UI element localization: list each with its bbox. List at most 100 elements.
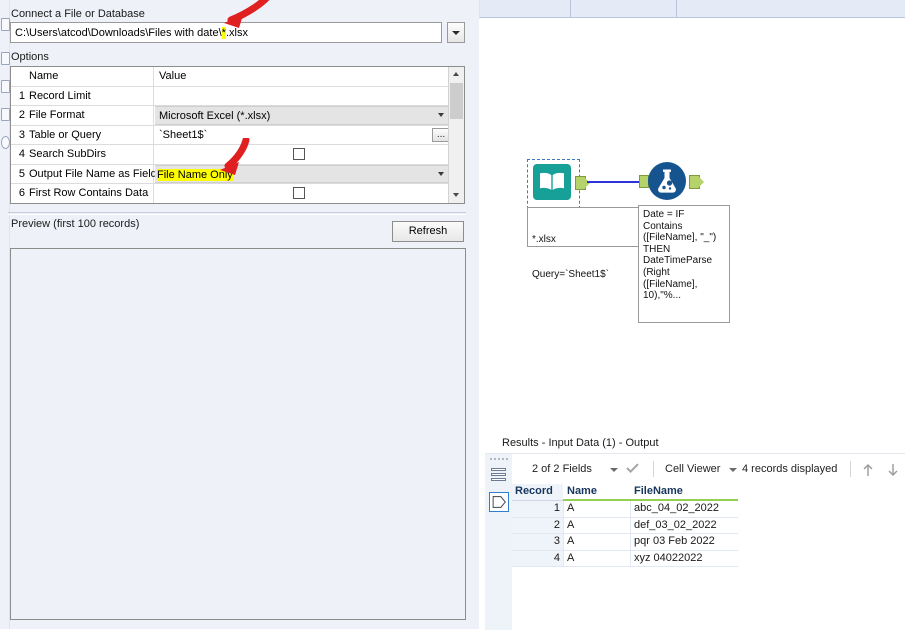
formula-annotation: Date = IF Contains ([FileName], "_") THE… xyxy=(638,205,730,323)
results-title: Results - Input Data (1) - Output xyxy=(502,437,659,449)
input-data-output-anchor[interactable] xyxy=(575,176,586,190)
row-number: 3 xyxy=(11,126,25,145)
row-number: 4 xyxy=(11,145,25,164)
toolbar-separator-1 xyxy=(653,461,654,477)
input-annotation-line2: Query=`Sheet1$` xyxy=(532,269,635,281)
connect-file-label: Connect a File or Database xyxy=(11,8,145,20)
file-path-suffix: .xlsx xyxy=(226,27,248,39)
grid-icon[interactable] xyxy=(489,466,509,486)
cell-record: 2 xyxy=(512,518,563,535)
workflow-canvas[interactable]: *.xlsx Query=`Sheet1$` Date = IF Contain… xyxy=(470,0,905,434)
rail-icon-2[interactable] xyxy=(1,52,10,65)
checkmark-icon[interactable] xyxy=(626,463,639,473)
options-header-value: Value xyxy=(159,67,186,86)
tag-icon[interactable] xyxy=(489,492,509,512)
chevron-down-icon[interactable] xyxy=(610,468,618,472)
column-header-name[interactable]: Name xyxy=(563,484,630,501)
file-path-row: C:\Users\atcod\Downloads\Files with date… xyxy=(10,22,465,43)
file-format-combobox[interactable]: Microsoft Excel (*.xlsx) xyxy=(155,106,451,125)
cell-filename: def_03_02_2022 xyxy=(630,518,738,535)
scrollbar-thumb[interactable] xyxy=(450,83,463,119)
options-grid-header: Name Value xyxy=(11,67,451,86)
first-row-contains-data-checkbox[interactable] xyxy=(293,187,305,199)
chevron-down-icon[interactable] xyxy=(729,468,737,472)
options-row-search-subdirs[interactable]: 4 Search SubDirs xyxy=(11,145,451,164)
canvas-left-gutter xyxy=(479,19,485,434)
canvas-tab-strip xyxy=(470,0,905,19)
connector-wire[interactable] xyxy=(587,181,639,183)
options-grid-scrollbar[interactable] xyxy=(448,67,464,203)
options-row-table-or-query[interactable]: 3 Table or Query `Sheet1$` ... xyxy=(11,126,451,145)
options-row-output-file-name-as-field[interactable]: 5 Output File Name as Field File Name On… xyxy=(11,165,451,184)
tag-icon-glyph xyxy=(490,493,508,511)
row-name: Output File Name as Field xyxy=(29,165,157,184)
chevron-down-icon xyxy=(438,113,445,120)
rail-icon-5[interactable] xyxy=(1,136,10,149)
file-format-value: Microsoft Excel (*.xlsx) xyxy=(159,107,270,124)
preview-divider-highlight xyxy=(8,214,466,215)
rail-icon-4[interactable] xyxy=(1,108,10,121)
options-header-name: Name xyxy=(29,67,58,86)
cell-filename: xyz 04022022 xyxy=(630,551,738,568)
column-header-record[interactable]: Record xyxy=(512,484,563,501)
search-subdirs-checkbox[interactable] xyxy=(293,148,305,160)
options-row-record-limit[interactable]: 1 Record Limit xyxy=(11,87,451,106)
row-number: 6 xyxy=(11,184,25,203)
results-data-grid: Record Name FileName 1 A abc_04_02_2022 … xyxy=(512,484,905,630)
cell-viewer-label[interactable]: Cell Viewer xyxy=(665,454,720,484)
row-name: Table or Query xyxy=(29,126,101,145)
book-icon[interactable] xyxy=(533,164,571,200)
row-name: Record Limit xyxy=(29,87,91,106)
options-row-file-format[interactable]: 2 File Format Microsoft Excel (*.xlsx) xyxy=(11,106,451,125)
results-body: 2 of 2 Fields Cell Viewer 4 records disp… xyxy=(485,453,905,630)
scroll-up-icon[interactable] xyxy=(449,67,464,82)
file-path-dropdown-button[interactable] xyxy=(447,22,465,43)
options-grid: Name Value 1 Record Limit 2 File Format … xyxy=(10,66,465,204)
flask-icon-glyph xyxy=(648,162,686,200)
formula-output-anchor[interactable] xyxy=(689,175,700,189)
scroll-down-icon[interactable] xyxy=(449,188,464,203)
results-title-bar: Results - Input Data (1) - Output xyxy=(485,434,905,453)
cell-record: 1 xyxy=(512,501,563,518)
preview-label: Preview (first 100 records) xyxy=(11,218,139,230)
app-window: Connect a File or Database C:\Users\atco… xyxy=(0,0,905,629)
results-sidebar xyxy=(485,454,513,630)
column-header-filename[interactable]: FileName xyxy=(630,484,738,501)
arrow-down-icon[interactable] xyxy=(887,463,899,477)
arrow-up-icon[interactable] xyxy=(862,463,874,477)
table-or-query-value[interactable]: `Sheet1$` xyxy=(159,126,207,145)
input-data-annotation: *.xlsx Query=`Sheet1$` xyxy=(527,207,639,247)
row-number: 2 xyxy=(11,106,25,125)
refresh-button[interactable]: Refresh xyxy=(392,221,464,242)
fields-count-label[interactable]: 2 of 2 Fields xyxy=(532,454,592,484)
options-row-first-row-contains-data[interactable]: 6 First Row Contains Data xyxy=(11,184,451,203)
cell-name: A xyxy=(563,551,630,568)
cell-record: 4 xyxy=(512,551,563,568)
options-label: Options xyxy=(11,51,49,63)
row-name: Search SubDirs xyxy=(29,145,106,164)
cell-name: A xyxy=(563,534,630,551)
tab-separator-2 xyxy=(676,0,677,17)
results-sidebar-grip[interactable] xyxy=(490,458,508,462)
tab-strip-background xyxy=(470,0,905,18)
cell-name: A xyxy=(563,501,630,518)
toolbar-separator-2 xyxy=(850,461,851,477)
flask-icon[interactable] xyxy=(648,162,686,200)
file-path-prefix: C:\Users\atcod\Downloads\Files with date… xyxy=(15,27,222,39)
rail-icon-3[interactable] xyxy=(1,80,10,93)
book-icon-glyph xyxy=(538,170,566,194)
row-name: File Format xyxy=(29,106,85,125)
file-path-input[interactable]: C:\Users\atcod\Downloads\Files with date… xyxy=(10,22,442,43)
results-panel: Results - Input Data (1) - Output 2 of 2… xyxy=(470,434,905,629)
preview-divider xyxy=(8,212,466,213)
results-toolbar: 2 of 2 Fields Cell Viewer 4 records disp… xyxy=(512,454,905,484)
tab-separator-1 xyxy=(570,0,571,17)
output-file-name-combobox[interactable]: File Name Only xyxy=(155,165,451,184)
rail-icon-1[interactable] xyxy=(1,18,10,31)
preview-results-area xyxy=(10,248,466,620)
cell-filename: abc_04_02_2022 xyxy=(630,501,738,518)
config-left-rail xyxy=(0,0,10,629)
cell-filename: pqr 03 Feb 2022 xyxy=(630,534,738,551)
output-file-name-value: File Name Only xyxy=(157,169,233,181)
row-name: First Row Contains Data xyxy=(29,184,148,203)
